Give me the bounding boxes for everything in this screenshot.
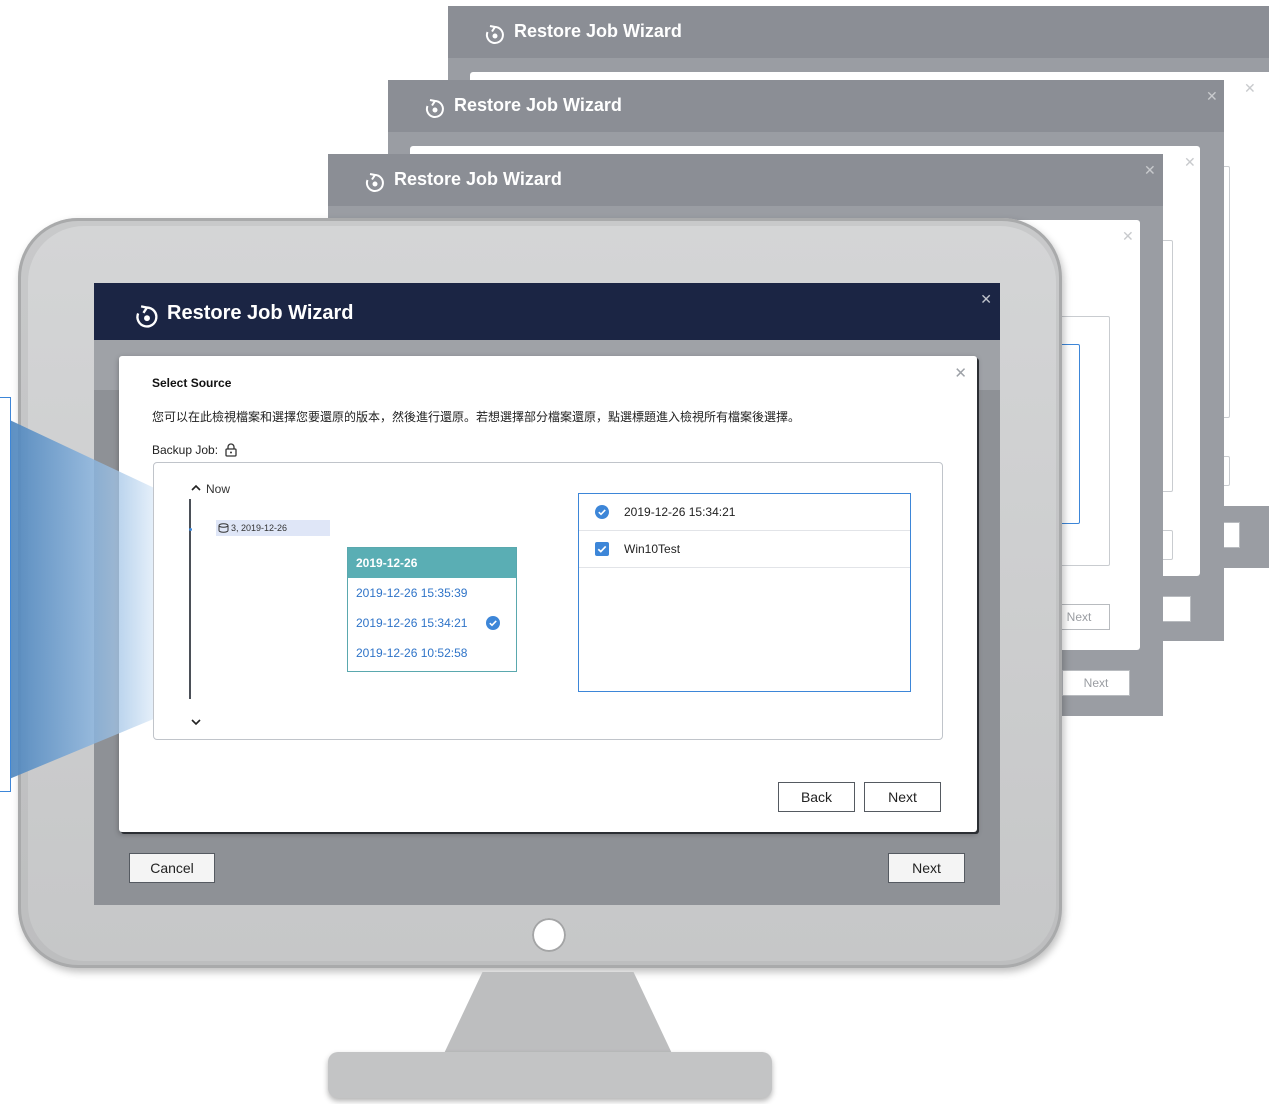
version-date-list: 2019-12-26 2019-12-26 15:35:39 2019-12-2… (347, 547, 517, 672)
window-header: Restore Job Wizard (388, 80, 1224, 132)
version-list-item[interactable]: 2019-12-26 15:34:21 (348, 608, 516, 638)
restore-icon (485, 25, 504, 44)
version-timestamp: 2019-12-26 10:52:58 (356, 646, 468, 660)
lock-icon (225, 443, 237, 457)
check-circle-icon (595, 505, 609, 519)
close-icon: ✕ (1122, 228, 1134, 244)
back-button[interactable]: Back (778, 782, 855, 812)
restore-icon (425, 99, 444, 118)
version-tag-label: 3, 2019-12-26 (231, 523, 288, 533)
monitor-stand-neck (440, 972, 676, 1062)
window-header: Restore Job Wizard ✕ (94, 283, 1000, 340)
monitor-stand-base (328, 1052, 772, 1098)
close-icon[interactable]: ✕ (954, 364, 967, 382)
next-button[interactable]: Next (888, 853, 965, 883)
timeline-now-label[interactable]: Now (206, 482, 230, 496)
version-tag[interactable]: 3, 2019-12-26 (216, 520, 330, 536)
window-title: Restore Job Wizard (454, 95, 622, 115)
version-list-item[interactable]: 2019-12-26 10:52:58 (348, 638, 516, 668)
close-icon: ✕ (1244, 80, 1256, 96)
close-icon: ✕ (1206, 88, 1218, 104)
database-icon (218, 523, 229, 533)
restore-icon (365, 173, 384, 192)
detail-version-row[interactable]: 2019-12-26 15:34:21 (579, 494, 910, 531)
version-timestamp: 2019-12-26 15:34:21 (356, 616, 468, 630)
detail-item-row[interactable]: Win10Test (579, 531, 910, 568)
close-icon[interactable]: ✕ (980, 291, 992, 308)
window-title: Restore Job Wizard (167, 302, 354, 324)
detail-item-label: Win10Test (624, 542, 681, 556)
dialog-title: Select Source (152, 376, 232, 390)
version-browser-panel: Now 3, 2019-12-26 2019-12-26 2019-12-26 … (153, 462, 943, 740)
next-button: Next (1062, 670, 1130, 696)
window-header: Restore Job Wizard (448, 6, 1269, 58)
dialog-description: 您可以在此檢視檔案和選擇您要還原的版本，然後進行還原。若想選擇部分檔案還原，點選… (152, 410, 801, 424)
window-header: Restore Job Wizard (328, 154, 1163, 206)
chevron-up-icon[interactable] (190, 483, 202, 493)
timeline-marker (189, 528, 192, 531)
select-source-dialog: ✕ Select Source 您可以在此檢視檔案和選擇您要還原的版本，然後進行… (119, 356, 977, 832)
close-icon: ✕ (1144, 162, 1156, 178)
close-icon: ✕ (1184, 154, 1196, 170)
version-list-item[interactable]: 2019-12-26 15:35:39 (348, 578, 516, 608)
monitor-button (532, 918, 566, 952)
detail-version-label: 2019-12-26 15:34:21 (624, 505, 736, 519)
version-detail-box: 2019-12-26 15:34:21 Win10Test (578, 493, 911, 692)
callout-frame (0, 397, 11, 792)
restore-icon (136, 305, 158, 328)
next-button[interactable]: Next (864, 782, 941, 812)
checkbox-checked-icon[interactable] (595, 542, 609, 556)
backup-job-label: Backup Job: (152, 443, 219, 457)
date-list-header: 2019-12-26 (348, 548, 516, 578)
version-timestamp: 2019-12-26 15:35:39 (356, 586, 468, 600)
chevron-down-icon[interactable] (190, 717, 202, 727)
cancel-button[interactable]: Cancel (129, 853, 215, 883)
window-title: Restore Job Wizard (514, 21, 682, 41)
window-title: Restore Job Wizard (394, 169, 562, 189)
check-circle-icon (486, 616, 500, 630)
